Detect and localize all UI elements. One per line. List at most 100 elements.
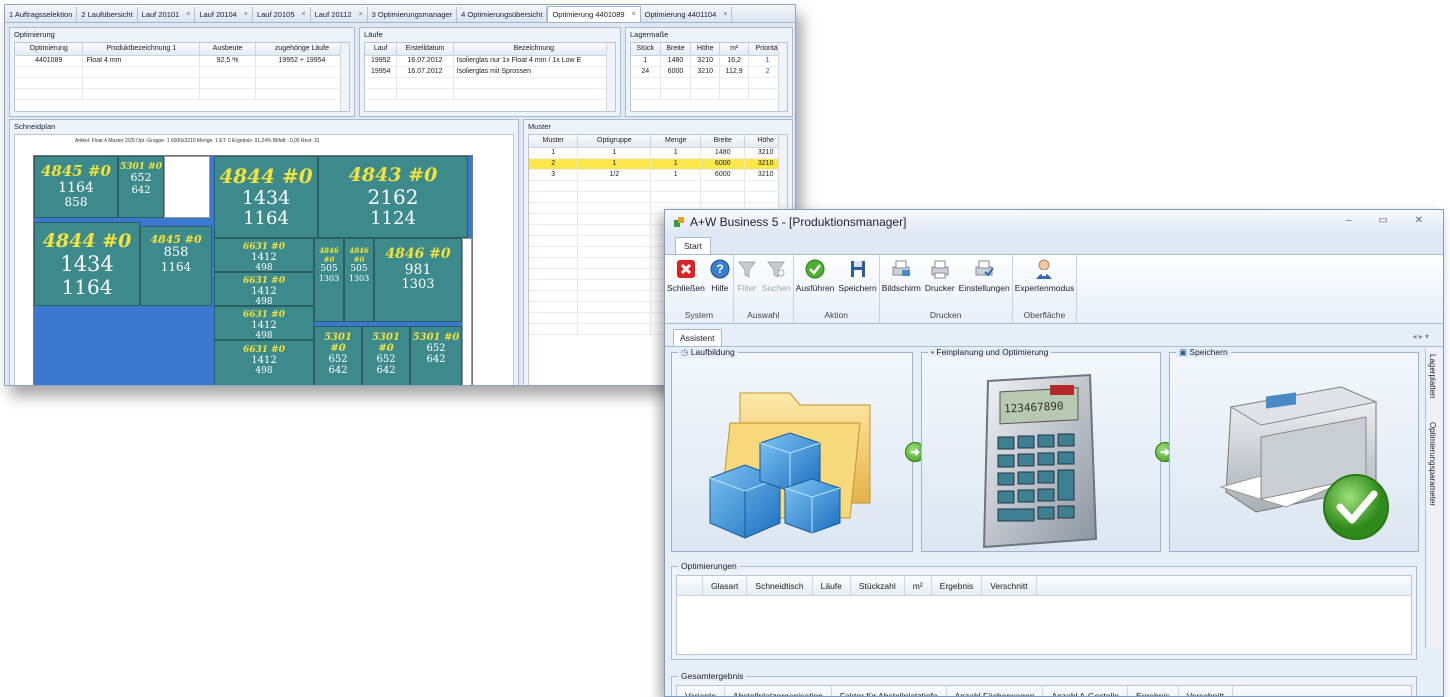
cut-piece[interactable]: 6631 #0 1412 498: [214, 238, 314, 272]
table-row[interactable]: 2 1 1 6000 3210: [529, 158, 787, 170]
speichern-button[interactable]: Speichern: [836, 258, 878, 293]
close-tab-icon[interactable]: ×: [186, 11, 190, 18]
column-header[interactable]: Optigruppe: [577, 135, 652, 148]
column-header[interactable]: Muster: [529, 135, 579, 148]
column-header[interactable]: Läufe: [813, 576, 851, 595]
column-header[interactable]: Faktor für Abstellplatztiefe: [832, 686, 947, 696]
column-header[interactable]: Höhe: [690, 43, 721, 56]
column-header[interactable]: Anzahl A-Gestelle: [1043, 686, 1129, 696]
document-tab-4[interactable]: Lauf 20104 ×: [195, 7, 253, 22]
drucker-button[interactable]: Drucker: [923, 258, 957, 293]
column-header[interactable]: Glasart: [703, 576, 748, 595]
column-header[interactable]: zugehörige Läufe: [255, 43, 350, 56]
column-header[interactable]: Bezeichnung: [453, 43, 616, 56]
column-header[interactable]: Lauf: [365, 43, 398, 56]
close-tab-icon[interactable]: ×: [723, 11, 727, 18]
table-row[interactable]: 19952 16.07.2012 Isolierglas nur 1x Float …: [365, 55, 616, 67]
document-tab-7[interactable]: 3 Optimierungsmanager: [368, 7, 458, 22]
table-row[interactable]: [365, 77, 616, 89]
column-header[interactable]: Stück: [631, 43, 661, 56]
table-row[interactable]: [631, 77, 787, 89]
table-row[interactable]: 1 1480 3210 16,2 1: [631, 55, 787, 67]
document-tab-3[interactable]: Lauf 20101 ×: [138, 7, 196, 22]
step-laufbildung[interactable]: ◷ Laufbildung: [671, 347, 913, 552]
column-header[interactable]: Stückzahl: [851, 576, 905, 595]
column-header[interactable]: Ergebnis: [1128, 686, 1179, 696]
tab-nav-arrows[interactable]: ◂ ▸ ▾: [1413, 332, 1430, 341]
close-tab-icon[interactable]: ×: [244, 11, 248, 18]
document-tab-1[interactable]: 1 Auftragsselektion: [5, 7, 78, 22]
cut-piece[interactable]: 4843 #0 2162 1124: [318, 156, 468, 238]
ausführen-button[interactable]: Ausführen: [794, 258, 837, 293]
table-row[interactable]: [365, 88, 616, 100]
cut-piece[interactable]: 5301 #0 652 642: [314, 326, 362, 385]
cut-piece[interactable]: 4844 #0 1434 1164: [214, 156, 318, 238]
cut-piece[interactable]: 5301 #0 652 642: [362, 326, 410, 385]
table-row[interactable]: [15, 66, 350, 78]
cut-piece[interactable]: 4846 #0 981 1303: [374, 238, 462, 322]
laeufe-scrollbar[interactable]: [606, 43, 615, 111]
bildschirm-button[interactable]: Bildschirm: [880, 258, 923, 293]
optimierung-scrollbar[interactable]: [340, 43, 349, 111]
column-header[interactable]: Anzahl Fächerwagen: [947, 686, 1044, 696]
einstellungen-button[interactable]: Einstellungen: [957, 258, 1012, 293]
column-header[interactable]: Erstelldatum: [396, 43, 454, 56]
column-header[interactable]: Produktbezeichnung 1: [82, 43, 201, 56]
expertenmodus-button[interactable]: Expertenmodus: [1013, 258, 1077, 293]
tab-start[interactable]: Start: [675, 237, 711, 254]
table-row[interactable]: 24 6000 3210 112,9 2: [631, 66, 787, 78]
suchen-button[interactable]: Suchen: [760, 258, 793, 293]
document-tab-6[interactable]: Lauf 20112 ×: [311, 7, 368, 22]
cut-piece[interactable]: 6631 #0 1412 498: [214, 272, 314, 306]
document-tab-9[interactable]: Optimierung 4401089 ×: [547, 6, 641, 22]
column-header[interactable]: m²: [905, 576, 932, 595]
cut-piece[interactable]: 6631 #0 1412 498: [214, 340, 314, 385]
column-header[interactable]: Variante: [677, 686, 726, 696]
table-row[interactable]: [529, 180, 787, 192]
table-row[interactable]: 3 1/2 1 6000 3210: [529, 169, 787, 181]
step-feinplanung[interactable]: ▪ Feinplanung und Optimierung 123467890: [921, 347, 1161, 552]
cut-piece[interactable]: 4846 #0 505 1303: [344, 238, 374, 322]
tab-assistent[interactable]: Assistent: [673, 329, 722, 346]
column-header[interactable]: Breite: [660, 43, 692, 56]
column-header[interactable]: m²: [719, 43, 750, 56]
document-tab-5[interactable]: Lauf 20105 ×: [253, 7, 311, 22]
table-row[interactable]: 19954 16.07.2012 Isolierglas mit Sprossen: [365, 66, 616, 78]
cut-piece[interactable]: 4845 #0 858 1164: [140, 226, 212, 306]
side-tab-lagerplatten[interactable]: Lagerplatten: [1428, 354, 1437, 398]
cutting-plan[interactable]: 4845 #0 1164 858 5301 #0 652 642 4844 #0 1434 11…: [33, 155, 473, 385]
column-header[interactable]: Breite: [700, 135, 746, 148]
column-header[interactable]: Ausbeute: [199, 43, 256, 56]
column-header[interactable]: Verschnitt: [982, 576, 1037, 595]
document-tab-2[interactable]: 2 Laufübersicht: [77, 7, 138, 22]
cut-piece[interactable]: 6631 #0 1412 498: [214, 306, 314, 340]
cut-piece[interactable]: 4846 #0 505 1303: [314, 238, 344, 322]
column-header[interactable]: Menge: [650, 135, 702, 148]
table-row[interactable]: [15, 88, 350, 100]
cut-piece[interactable]: 5301 #0 652 642: [118, 156, 164, 218]
column-header[interactable]: Schneidtisch: [747, 576, 813, 595]
table-row[interactable]: [15, 77, 350, 89]
step-speichern[interactable]: ▣ Speichern: [1169, 347, 1419, 552]
hilfe-button[interactable]: ? Hilfe: [707, 258, 733, 293]
table-row[interactable]: [529, 191, 787, 203]
table-row[interactable]: 4401089 Float 4 mm 92,5 % 19952 + 19954: [15, 55, 350, 67]
table-row[interactable]: 1 1 1 1480 3210: [529, 147, 787, 159]
document-tab-10[interactable]: Optimierung 4401104 ×: [641, 7, 733, 22]
schließen-button[interactable]: Schließen: [665, 258, 707, 293]
cut-piece[interactable]: 4844 #0 1434 1164: [34, 222, 140, 306]
window-controls[interactable]: – ▭ ✕: [1346, 215, 1435, 226]
column-header[interactable]: Ergebnis: [932, 576, 983, 595]
side-tab-optimierungsparameter[interactable]: Optimierungsparameter: [1428, 422, 1437, 506]
filter-button[interactable]: Filter: [734, 258, 760, 293]
column-header[interactable]: Abstellplatzorganisation: [725, 686, 832, 696]
close-tab-icon[interactable]: ×: [632, 11, 636, 18]
close-tab-icon[interactable]: ×: [359, 11, 363, 18]
lagermasse-scrollbar[interactable]: [778, 43, 787, 111]
document-tab-8[interactable]: 4 Optimierungsübersicht: [457, 7, 548, 22]
column-header[interactable]: Optimierung: [15, 43, 84, 56]
cut-piece[interactable]: 5301 #0 652 642: [410, 326, 462, 385]
column-header[interactable]: Verschnitt: [1179, 686, 1233, 696]
cut-piece[interactable]: 4845 #0 1164 858: [34, 156, 118, 218]
close-tab-icon[interactable]: ×: [302, 11, 306, 18]
